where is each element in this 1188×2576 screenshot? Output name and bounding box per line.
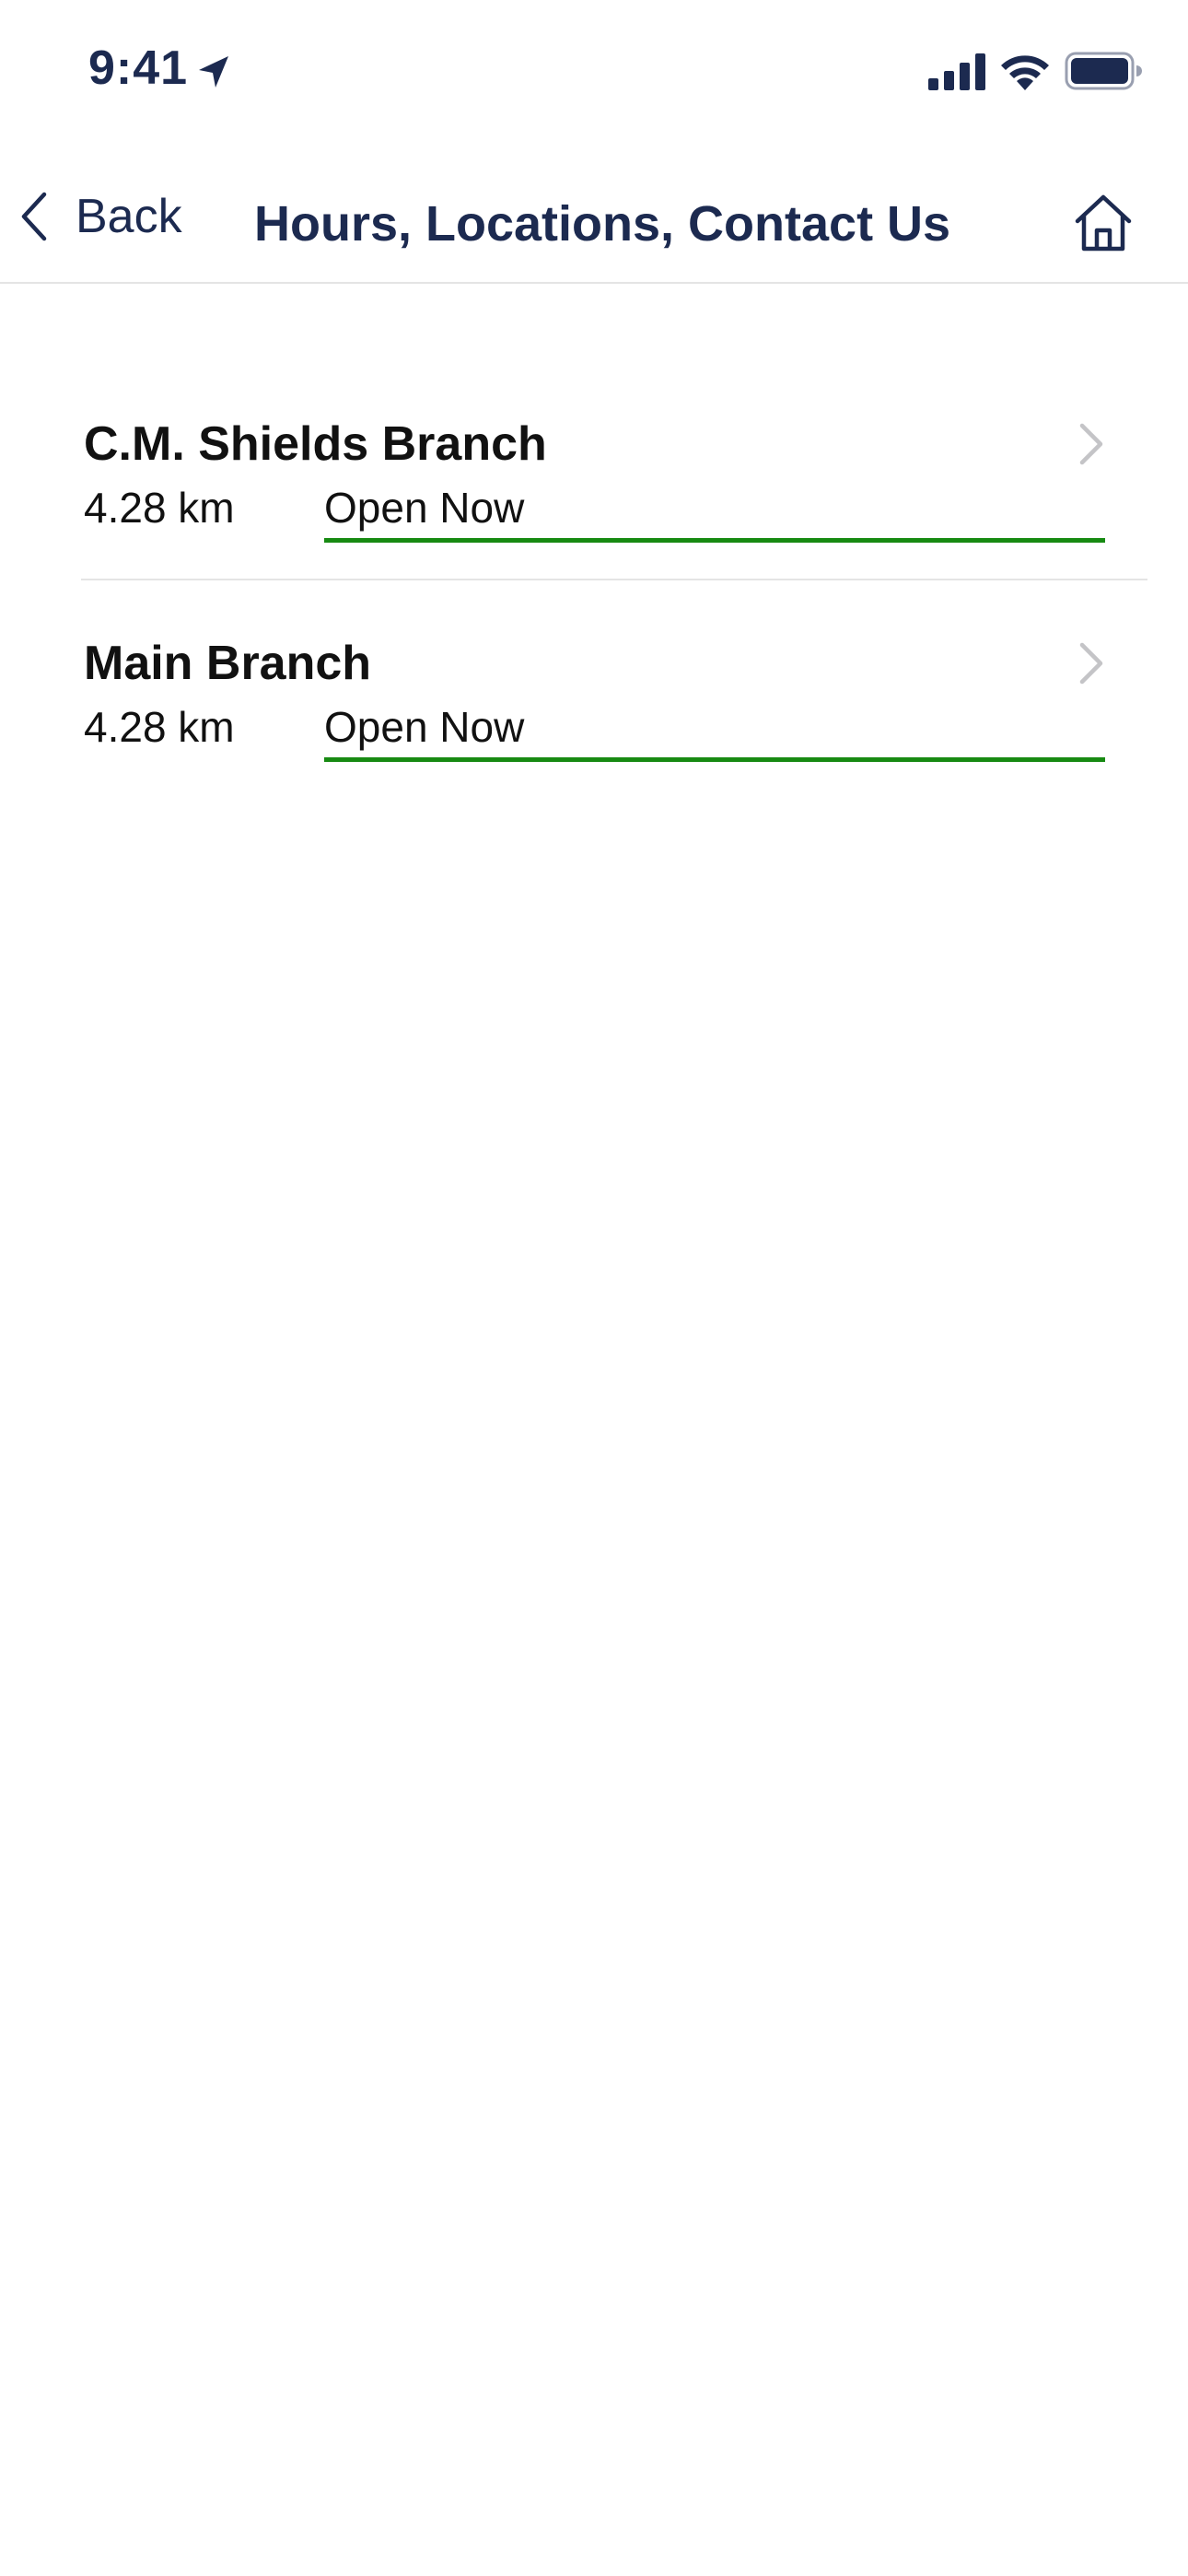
branch-status: Open Now (324, 483, 1105, 543)
chevron-right-icon (1079, 423, 1103, 465)
chevron-right-icon (1079, 642, 1103, 685)
branch-name: C.M. Shields Branch (84, 417, 547, 471)
battery-icon (1065, 52, 1142, 90)
branch-row-main[interactable]: Main Branch 4.28 km Open Now (81, 579, 1147, 798)
page-title: Hours, Locations, Contact Us (254, 196, 951, 252)
branch-name: Main Branch (84, 637, 372, 690)
chevron-left-icon (21, 192, 47, 241)
branch-distance: 4.28 km (84, 484, 235, 532)
cellular-signal-icon (928, 53, 985, 90)
branch-distance: 4.28 km (84, 703, 235, 751)
wifi-icon (1001, 55, 1049, 90)
location-arrow-icon (199, 56, 228, 88)
branch-status: Open Now (324, 702, 1105, 762)
home-icon[interactable] (1070, 190, 1136, 256)
back-label: Back (76, 190, 182, 243)
status-time: 9:41 (88, 41, 189, 95)
back-button[interactable]: Back (18, 184, 182, 249)
navigation-bar: Back Hours, Locations, Contact Us (0, 147, 1188, 284)
status-bar: 9:41 (0, 0, 1188, 147)
branch-row-cm-shields[interactable]: C.M. Shields Branch 4.28 km Open Now (0, 361, 1188, 579)
branch-list: C.M. Shields Branch 4.28 km Open Now Mai… (0, 361, 1188, 798)
